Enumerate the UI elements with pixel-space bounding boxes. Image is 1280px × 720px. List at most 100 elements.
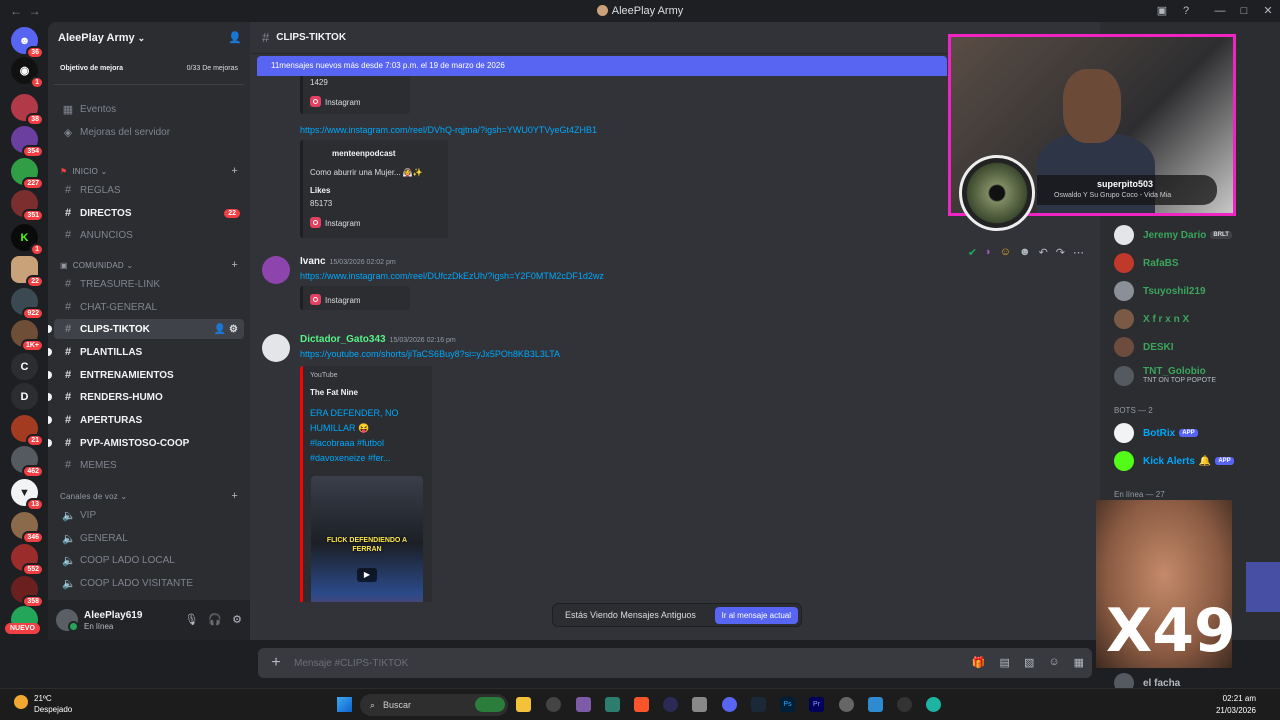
- channel-clips-tiktok[interactable]: # CLIPS-TIKTOK 👤 ⚙: [48, 319, 244, 339]
- channel-treasure-link[interactable]: # TREASURE-LINK: [54, 274, 244, 294]
- photoshop-icon[interactable]: Ps: [780, 697, 795, 712]
- brave-icon[interactable]: [634, 697, 649, 712]
- video-thumbnail[interactable]: FLICK DEFENDIENDO A FERRAN ▶: [311, 476, 423, 602]
- calculator-icon[interactable]: [692, 697, 707, 712]
- emoji-icon[interactable]: ☺: [1048, 656, 1059, 669]
- avatar[interactable]: [262, 256, 290, 284]
- guild-icon[interactable]: 1K+: [11, 320, 44, 352]
- headphones-icon[interactable]: 🎧: [208, 613, 222, 626]
- minimize-button[interactable]: —: [1208, 0, 1232, 22]
- voice-general[interactable]: 🔈 GENERAL: [54, 528, 244, 548]
- server-boost-item[interactable]: ◈ Mejoras del servidor: [54, 122, 244, 142]
- apps-icon[interactable]: ▦: [1074, 656, 1084, 669]
- add-reaction-icon[interactable]: ☻: [1019, 246, 1031, 259]
- message-author[interactable]: Ivanc 15/03/2026 02:02 pm: [300, 256, 396, 267]
- close-button[interactable]: ✕: [1256, 0, 1280, 22]
- more-icon[interactable]: ⋯: [1073, 246, 1084, 259]
- add-channel-icon[interactable]: +: [231, 259, 238, 271]
- channel-reglas[interactable]: # REGLAS: [54, 180, 244, 200]
- embed-author[interactable]: menteenpodcast: [332, 149, 396, 158]
- channel-renders-humo[interactable]: # RENDERS-HUMO: [48, 387, 244, 407]
- category-comunidad[interactable]: ▣ COMUNIDAD ⌄ +: [54, 257, 244, 273]
- message-link[interactable]: https://www.instagram.com/reel/DVhQ-rqjt…: [300, 125, 597, 135]
- guild-icon[interactable]: 462: [11, 446, 44, 478]
- system-clock[interactable]: 02:21 am 21/03/2026: [1216, 693, 1256, 717]
- member-row[interactable]: DESKI: [1114, 336, 1174, 358]
- avatar[interactable]: [262, 334, 290, 362]
- member-row[interactable]: RafaBS: [1114, 252, 1179, 274]
- embed-title[interactable]: ERA DEFENDER, NO: [310, 408, 399, 418]
- message-link[interactable]: https://youtube.com/shorts/jiTaCS6Buy8?s…: [300, 349, 560, 359]
- gift-icon[interactable]: 🎁: [972, 656, 986, 669]
- premiere-icon[interactable]: Pr: [809, 697, 824, 712]
- weather-widget[interactable]: 21ºC Despejado: [14, 693, 72, 715]
- category-inicio[interactable]: ⚑ INICIO ⌄ +: [54, 163, 244, 179]
- app-icon[interactable]: [605, 697, 620, 712]
- voice-coop-local[interactable]: 🔈 COOP LADO LOCAL: [54, 550, 244, 570]
- file-explorer-icon[interactable]: [516, 697, 531, 712]
- sticker-icon[interactable]: ▧: [1024, 656, 1034, 669]
- check-reaction-icon[interactable]: ✔: [968, 246, 977, 259]
- guild-icon[interactable]: 346: [11, 512, 44, 544]
- new-messages-banner[interactable]: 11mensajes nuevos más desde 7:03 p.m. el…: [257, 56, 947, 76]
- member-row[interactable]: TNT_Golobio TNT ON TOP POPOTE: [1114, 366, 1216, 394]
- guild-icon[interactable]: ◉ 1: [11, 57, 44, 89]
- app-icon[interactable]: [576, 697, 591, 712]
- guild-icon[interactable]: 922: [11, 288, 44, 320]
- guild-icon[interactable]: 552: [11, 544, 44, 576]
- embed-title[interactable]: HUMILLAR 😝: [310, 423, 369, 434]
- embed-author[interactable]: The Fat Nine: [310, 388, 358, 397]
- guild-icon[interactable]: ▼ 13: [11, 479, 44, 511]
- voice-vip[interactable]: 🔈 VIP: [54, 505, 244, 525]
- guild-icon-active[interactable]: 22: [11, 256, 44, 288]
- media-player-icon[interactable]: [897, 697, 912, 712]
- guild-letter-c[interactable]: C: [11, 353, 38, 380]
- channel-chat-general[interactable]: # CHAT-GENERAL: [54, 297, 244, 317]
- guild-letter-d[interactable]: D: [11, 383, 38, 410]
- guild-icon[interactable]: 21: [11, 415, 44, 447]
- member-row[interactable]: Tsuyoshil219: [1114, 280, 1206, 302]
- embed-title[interactable]: #davoxeneize #fer...: [310, 453, 391, 463]
- channel-anuncios[interactable]: # ANUNCIOS: [54, 225, 244, 245]
- attach-icon[interactable]: +: [258, 654, 294, 672]
- guild-icon[interactable]: 358: [11, 576, 44, 608]
- widgets-icon[interactable]: [475, 697, 505, 712]
- settings-icon[interactable]: [839, 697, 854, 712]
- microphone-icon[interactable]: 🎙: [184, 613, 198, 626]
- app-icon[interactable]: [663, 697, 678, 712]
- message-input[interactable]: + Mensaje #CLIPS-TIKTOK 🎁 ▤ ▧ ☺ ▦: [258, 648, 1092, 678]
- forward-icon[interactable]: ↷: [1056, 246, 1065, 259]
- boost-goal[interactable]: Objetivo de mejora 0/33 De mejoras: [54, 58, 244, 78]
- direct-messages-icon[interactable]: ☻ 36: [11, 27, 44, 59]
- edge-icon[interactable]: [926, 697, 941, 712]
- category-voice[interactable]: Canales de voz ⌄ +: [54, 488, 244, 504]
- reply-icon[interactable]: ↶: [1039, 246, 1048, 259]
- channel-settings-icon[interactable]: 👤 ⚙: [214, 324, 238, 335]
- discord-icon[interactable]: [722, 697, 737, 712]
- channel-pvp[interactable]: # PVP-AMISTOSO-COOP: [48, 433, 244, 453]
- jump-to-present-button[interactable]: Ir al mensaje actual: [714, 606, 798, 624]
- eggplant-reaction-icon[interactable]: ◗: [985, 246, 992, 259]
- member-row[interactable]: X f r x n X: [1114, 308, 1189, 330]
- app-icon[interactable]: [546, 697, 561, 712]
- server-header[interactable]: AleePlay Army ⌄ 👤: [48, 22, 250, 54]
- help-icon[interactable]: ?: [1174, 0, 1198, 22]
- member-row[interactable]: Kick Alerts 🔔 APP: [1114, 450, 1234, 472]
- notepad-icon[interactable]: [868, 697, 883, 712]
- guild-icon[interactable]: 227: [11, 158, 44, 190]
- avatar[interactable]: [56, 609, 79, 632]
- gear-icon[interactable]: ⚙: [232, 613, 242, 626]
- inbox-icon[interactable]: ▣: [1150, 0, 1174, 22]
- message-author[interactable]: Dictador_Gato343 15/03/2026 02:16 pm: [300, 334, 456, 345]
- member-row[interactable]: Jeremy Dario BRLT: [1114, 224, 1232, 246]
- events-item[interactable]: ▦ Eventos: [54, 99, 244, 119]
- channel-entrenamientos[interactable]: # ENTRENAMIENTOS: [48, 365, 244, 385]
- embed-title[interactable]: #lacobraaa #futbol: [310, 438, 384, 448]
- guild-icon[interactable]: 351: [11, 190, 44, 222]
- voice-coop-visitante[interactable]: 🔈 COOP LADO VISITANTE: [54, 573, 244, 593]
- message-link[interactable]: https://www.instagram.com/reel/DUfczDkEz…: [300, 271, 604, 281]
- start-button[interactable]: [337, 697, 352, 712]
- maximize-button[interactable]: □: [1232, 0, 1256, 22]
- steam-icon[interactable]: [751, 697, 766, 712]
- guild-icon[interactable]: 354: [11, 126, 44, 158]
